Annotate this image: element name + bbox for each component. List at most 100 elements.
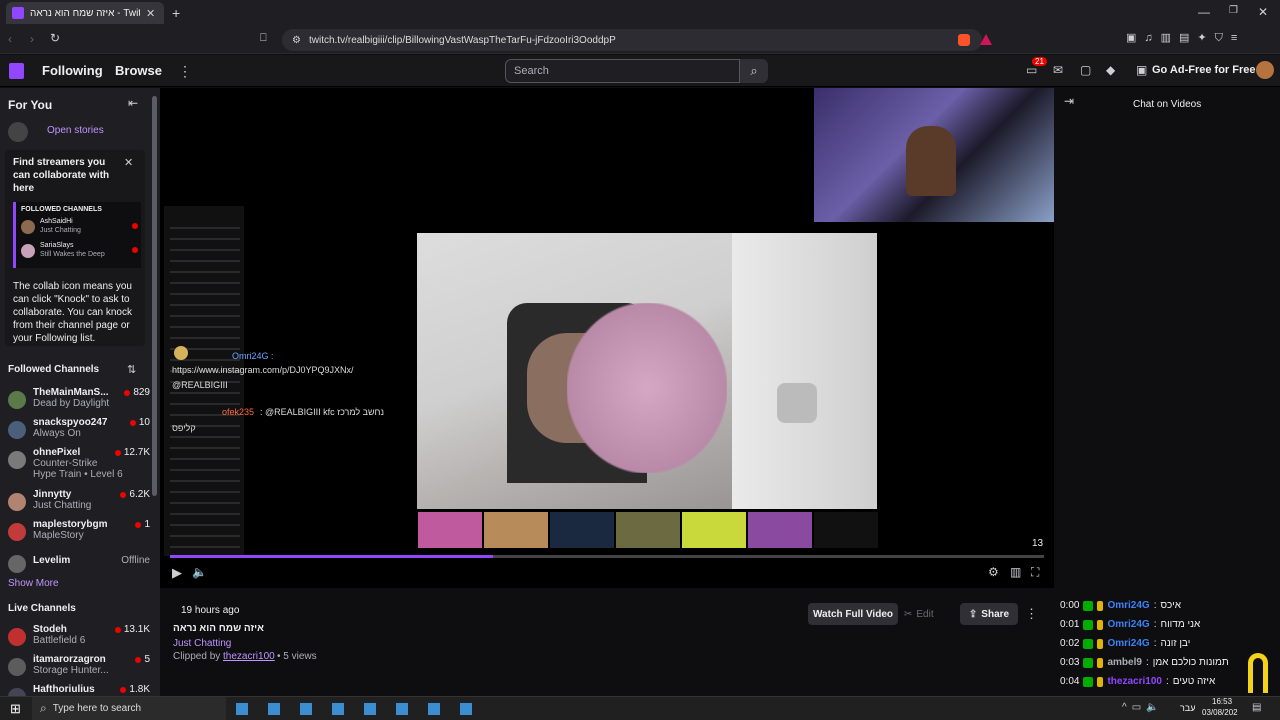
chat-timestamp[interactable]: 0:01 <box>1060 619 1079 630</box>
chat-timestamp[interactable]: 0:03 <box>1060 657 1079 668</box>
close-tab-icon[interactable]: ✕ <box>146 7 155 20</box>
system-tray-icons[interactable]: ^▭🔈 <box>1122 702 1164 713</box>
search-button[interactable]: ⌕ <box>740 59 768 83</box>
notifications-icon[interactable]: ▤ <box>1252 702 1261 713</box>
avatar <box>21 244 35 258</box>
chat-username[interactable]: ambel9 <box>1107 657 1141 668</box>
channel-game: Counter-Strike <box>33 458 98 469</box>
video-player[interactable]: Omri24G : https://www.instagram.com/p/DJ… <box>160 88 1054 588</box>
more-options-icon[interactable]: ⋮ <box>1025 606 1038 622</box>
collapse-sidebar-icon[interactable]: ⇤ <box>128 96 138 110</box>
stories-avatar[interactable] <box>8 122 28 142</box>
edit-button[interactable]: ✂ Edit <box>904 603 946 625</box>
fullscreen-icon[interactable]: ⛶ <box>1031 565 1039 580</box>
overlay-user1: Omri24G : <box>232 351 274 361</box>
channel-game: Just Chatting <box>33 500 92 511</box>
sidebar-channel[interactable]: maplestorybgm MapleStory 1 <box>8 519 150 549</box>
keyboard-language[interactable]: עבר <box>1180 703 1195 713</box>
chat-colon: : <box>1165 676 1169 687</box>
close-collab-icon[interactable]: ✕ <box>124 156 133 169</box>
whispers-icon[interactable]: ✉ <box>1053 63 1063 77</box>
chat-username[interactable]: Omri24G <box>1107 600 1149 611</box>
brave-shield-icon[interactable] <box>958 34 970 46</box>
progress-track[interactable] <box>170 555 1044 558</box>
clip-video-frame <box>417 233 877 509</box>
more-menu-icon[interactable]: ⋮ <box>178 63 192 80</box>
chat-timestamp[interactable]: 0:00 <box>1060 600 1079 611</box>
live-dot-icon <box>124 389 131 396</box>
avatar <box>8 555 26 573</box>
chat-username[interactable]: Omri24G <box>1107 619 1149 630</box>
user-avatar[interactable] <box>1256 61 1274 79</box>
taskbar-app-icons[interactable] <box>236 703 476 715</box>
live-channels-heading: Live Channels <box>8 603 76 614</box>
chat-colon: : <box>1153 638 1157 649</box>
sidebar-channel[interactable]: Jinnytty Just Chatting 6.2K <box>8 489 150 519</box>
play-icon[interactable]: ▶ <box>172 565 182 581</box>
clipped-by-user[interactable]: thezacri100 <box>223 651 275 662</box>
clock-time[interactable]: 16:53 <box>1212 697 1232 706</box>
activity-icon[interactable]: ▢ <box>1080 63 1091 77</box>
taskbar-search[interactable]: ⌕ Type here to search <box>32 697 226 720</box>
viewer-count: 6.2K <box>120 489 150 500</box>
bookmark-icon[interactable]: ⎕ <box>260 32 267 45</box>
thumb <box>616 512 680 548</box>
share-button[interactable]: ⇪ Share <box>960 603 1018 625</box>
chat-timestamp[interactable]: 0:02 <box>1060 638 1079 649</box>
settings-icon[interactable]: ⚙ <box>988 565 999 579</box>
minimize-icon[interactable]: — <box>1198 5 1210 19</box>
collab-example-box: FOLLOWED CHANNELS AshSaidHi Just Chattin… <box>13 202 141 268</box>
browser-tab[interactable]: איזה שמח הוא נראה - Twitch ✕ <box>6 2 164 24</box>
sidebar-channel[interactable]: Levelim Offline <box>8 551 150 581</box>
viewer-count: 1 <box>135 519 150 530</box>
channel-name: Stodeh <box>33 624 67 635</box>
sidebar-channel[interactable]: TheMainManS... Dead by Daylight 829 <box>8 387 150 417</box>
prime-crown-icon[interactable]: ▣ <box>1136 63 1147 77</box>
go-ad-free-button[interactable]: Go Ad-Free for Free <box>1152 64 1256 76</box>
forward-icon[interactable]: › <box>30 32 34 46</box>
maximize-icon[interactable]: ❐ <box>1229 5 1238 16</box>
channel-name: Hafthoriulius <box>33 684 95 695</box>
following-link[interactable]: Following <box>42 63 103 78</box>
chat-username[interactable]: Omri24G <box>1107 638 1149 649</box>
back-icon[interactable]: ‹ <box>8 32 12 46</box>
sidebar-channel[interactable]: Stodeh Battlefield 6 13.1K <box>8 624 150 654</box>
url-field[interactable]: ⚙ twitch.tv/realbigiii/clip/BillowingVas… <box>282 29 982 51</box>
avatar <box>8 523 26 541</box>
collapse-chat-icon[interactable]: ⇥ <box>1064 94 1074 108</box>
clock-date[interactable]: 03/08/202 <box>1202 708 1238 717</box>
channel-name: TheMainManS... <box>33 387 109 398</box>
bits-icon[interactable]: ◆ <box>1106 63 1115 77</box>
viewer-count: 829 <box>124 387 150 398</box>
avatar <box>8 391 26 409</box>
toolbar-icons[interactable]: ▣♫▥▤✦⛉≡ <box>1126 31 1245 45</box>
windows-start-icon[interactable]: ⊞ <box>10 701 21 717</box>
close-window-icon[interactable]: ✕ <box>1258 5 1268 19</box>
browse-link[interactable]: Browse <box>115 63 162 78</box>
twitch-logo-icon[interactable] <box>9 63 24 79</box>
clip-category[interactable]: Just Chatting <box>173 638 231 649</box>
thumb <box>418 512 482 548</box>
watch-full-video-button[interactable]: Watch Full Video <box>808 603 898 625</box>
sidebar-channel[interactable]: ohnePixel Counter-Strike Hype Train • Le… <box>8 447 150 483</box>
sidebar-scrollbar[interactable] <box>152 96 157 496</box>
chat-timestamp[interactable]: 0:04 <box>1060 676 1079 687</box>
new-tab-icon[interactable]: + <box>172 5 180 21</box>
chat-username[interactable]: thezacri100 <box>1107 676 1161 687</box>
sidebar-channel[interactable]: itamarorzagron Storage Hunter... 5 <box>8 654 150 684</box>
basket <box>777 383 817 423</box>
brave-rewards-icon[interactable] <box>980 34 992 45</box>
site-info-icon[interactable]: ⚙ <box>292 35 301 46</box>
avatar <box>8 421 26 439</box>
reload-icon[interactable]: ↻ <box>50 31 60 45</box>
theatre-mode-icon[interactable]: ▥ <box>1010 565 1021 579</box>
open-stories-link[interactable]: Open stories <box>47 125 104 136</box>
sidebar-channel[interactable]: Hafthoriulius 1.8K <box>8 684 150 696</box>
volume-icon[interactable]: 🔈 <box>192 565 207 579</box>
sidebar-channel[interactable]: snackspyoo247 Always On 10 <box>8 417 150 447</box>
show-more-link[interactable]: Show More <box>8 578 59 589</box>
tab-title: איזה שמח הוא נראה - Twitch <box>30 7 140 19</box>
sort-icon[interactable]: ⇅ <box>127 363 136 376</box>
search-input[interactable]: Search <box>505 59 740 83</box>
live-dot-icon <box>129 419 136 426</box>
